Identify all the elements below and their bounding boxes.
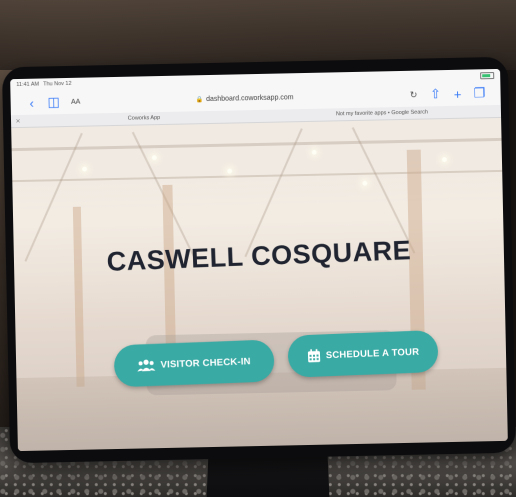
web-content: CASWELL COSQUARE VISITOR CHECK-IN SCHEDU… [11,117,508,452]
tablet-device: 11:41 AM Thu Nov 12 ‹ ◫ AA 🔒 dashboard.c… [1,56,516,464]
lock-icon: 🔒 [195,96,204,103]
tab-coworks-app[interactable]: Coworks App [25,113,263,124]
visitor-checkin-button[interactable]: VISITOR CHECK-IN [113,339,275,388]
chevron-left-icon[interactable]: ‹ [21,95,43,110]
visitor-checkin-label: VISITOR CHECK-IN [160,355,251,371]
status-date: Thu Nov 12 [43,80,72,88]
tabs-icon[interactable]: ❐ [468,85,490,101]
share-icon[interactable]: ⇧ [424,86,446,102]
users-icon [137,359,156,372]
background-overlay [11,117,508,452]
battery-icon [480,71,495,79]
status-time: 11:41 AM [16,81,40,89]
reader-button[interactable]: AA [65,98,87,105]
reload-icon[interactable]: ↻ [402,89,424,100]
plus-icon[interactable]: + [446,86,468,101]
tab-google-search[interactable]: Not my favorite apps • Google Search [263,108,501,119]
address-bar[interactable]: 🔒 dashboard.coworksapp.com [110,88,378,109]
tablet-screen: 11:41 AM Thu Nov 12 ‹ ◫ AA 🔒 dashboard.c… [10,68,508,452]
schedule-tour-label: SCHEDULE A TOUR [325,346,420,361]
address-url: dashboard.coworksapp.com [205,93,294,103]
calendar-icon [307,348,322,363]
close-icon[interactable]: ✕ [11,117,25,124]
book-icon[interactable]: ◫ [42,94,64,110]
schedule-tour-button[interactable]: SCHEDULE A TOUR [287,329,439,378]
